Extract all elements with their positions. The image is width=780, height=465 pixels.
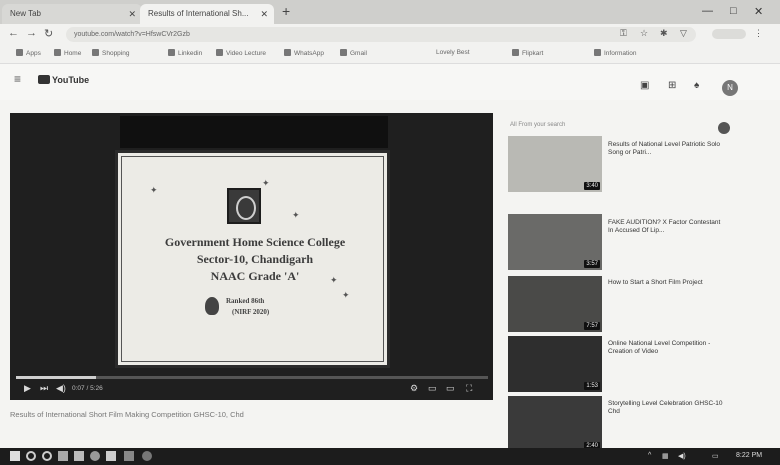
bookmark-information[interactable]: Information xyxy=(594,49,637,57)
home-icon xyxy=(54,49,61,56)
new-tab-button[interactable]: + xyxy=(282,3,290,19)
star-icon[interactable]: ☆ xyxy=(640,28,648,39)
browser-tab-new-tab[interactable]: New Tab ✕ xyxy=(2,4,142,24)
progress-bar-fill xyxy=(16,376,96,379)
related-title[interactable]: Storytelling Level Celebration GHSC-10 C… xyxy=(608,400,724,416)
taskbar-clock: 8:22 PM xyxy=(736,452,763,459)
sparkle-icon: ✦ xyxy=(330,275,338,285)
file-explorer-icon[interactable] xyxy=(106,451,116,461)
sparkle-icon: ✦ xyxy=(262,178,270,188)
browser-tab-active[interactable]: Results of International Sh... ✕ xyxy=(140,4,274,24)
bookmark-linkedin[interactable]: Linkedin xyxy=(168,49,202,57)
apps-icon xyxy=(16,49,23,56)
start-icon[interactable] xyxy=(10,451,20,461)
video-title: Results of International Short Film Maki… xyxy=(10,410,244,419)
related-thumbnail[interactable]: 3:57 xyxy=(508,214,602,270)
channel-avatar[interactable] xyxy=(718,122,730,134)
bookmark-whatsapp[interactable]: WhatsApp xyxy=(284,49,324,57)
sparkle-icon: ✦ xyxy=(150,185,158,195)
sparkle-icon: ✦ xyxy=(342,290,350,300)
college-crest-icon xyxy=(227,188,261,224)
video-frame-top xyxy=(120,116,388,148)
slide-ranked: Ranked 86th xyxy=(226,297,265,305)
youtube-logo[interactable]: YouTube xyxy=(38,75,89,85)
profile-button[interactable] xyxy=(712,29,746,39)
minimize-icon[interactable]: — xyxy=(702,5,713,17)
related-thumbnail[interactable]: 3:40 xyxy=(508,136,602,192)
notifications-bell-icon[interactable]: ♠ xyxy=(694,80,699,91)
filter-icon[interactable]: ▽ xyxy=(680,28,687,39)
video-duration: 3:57 xyxy=(584,260,600,268)
video-duration: 3:40 xyxy=(584,182,600,190)
volume-icon[interactable]: ◀) xyxy=(56,383,66,394)
chrome-icon[interactable] xyxy=(142,451,152,461)
search-icon[interactable] xyxy=(26,451,36,461)
whatsapp-icon xyxy=(284,49,291,56)
back-icon[interactable]: ← xyxy=(8,27,19,39)
create-video-icon[interactable]: ▣ xyxy=(640,80,649,91)
bookmark-apps[interactable]: Apps xyxy=(16,49,41,57)
store-icon[interactable] xyxy=(74,451,84,461)
notification-icon[interactable]: ▭ xyxy=(712,452,719,460)
youtube-play-icon xyxy=(38,75,50,84)
bookmark-lovely-best[interactable]: Lovely Best xyxy=(436,49,470,56)
fullscreen-icon[interactable]: ⛶ xyxy=(466,383,472,394)
extensions-icon[interactable]: ✱ xyxy=(660,28,668,39)
tab-label: Results of International Sh... xyxy=(148,9,249,18)
youtube-header xyxy=(0,64,780,100)
maximize-icon[interactable]: □ xyxy=(730,5,737,17)
task-view-icon[interactable] xyxy=(58,451,68,461)
theater-mode-icon[interactable]: ▭ xyxy=(446,383,455,394)
related-thumbnail[interactable]: 2:40 xyxy=(508,396,602,452)
slide-nirf: (NIRF 2020) xyxy=(232,308,270,316)
next-icon[interactable]: ⏭ xyxy=(40,383,48,394)
play-icon[interactable]: ▶ xyxy=(24,383,31,394)
bookmark-home[interactable]: Home xyxy=(54,49,81,57)
bookmark-shopping[interactable]: Shopping xyxy=(92,49,129,57)
flipkart-icon xyxy=(512,49,519,56)
slide-college-location: Sector-10, Chandigarh xyxy=(196,252,314,266)
hamburger-menu-icon[interactable]: ≡ xyxy=(14,72,21,86)
menu-icon[interactable]: ⋮ xyxy=(754,28,763,39)
sparkle-icon: ✦ xyxy=(292,210,300,220)
related-title[interactable]: FAKE AUDITION? X Factor Contestant In Ac… xyxy=(608,219,724,235)
bookmark-video-lecture[interactable]: Video Lecture xyxy=(216,49,266,57)
settings-gear-icon[interactable]: ⚙ xyxy=(410,383,418,394)
cortana-icon[interactable] xyxy=(42,451,52,461)
shopping-icon xyxy=(92,49,99,56)
tray-up-icon[interactable]: ^ xyxy=(648,452,651,459)
miniplayer-icon[interactable]: ▭ xyxy=(428,383,437,394)
bookmark-flipkart[interactable]: Flipkart xyxy=(512,49,543,57)
video-duration: 7:57 xyxy=(584,322,600,330)
video-icon xyxy=(216,49,223,56)
avatar[interactable]: N xyxy=(722,80,738,96)
related-title[interactable]: Online National Level Competition - Crea… xyxy=(608,340,724,356)
forward-icon[interactable]: → xyxy=(26,27,37,39)
apps-grid-icon[interactable]: ⊞ xyxy=(668,80,676,91)
tab-label: New Tab xyxy=(10,9,41,18)
volume-tray-icon[interactable]: ◀) xyxy=(678,452,686,460)
gmail-icon xyxy=(340,49,347,56)
time-display: 0:07 / 5:26 xyxy=(72,385,103,392)
reload-icon[interactable]: ↻ xyxy=(44,27,53,40)
info-icon xyxy=(594,49,601,56)
close-tab-icon[interactable]: ✕ xyxy=(128,4,136,24)
app-icon[interactable] xyxy=(124,451,134,461)
medal-icon xyxy=(205,297,219,315)
related-thumbnail[interactable]: 7:57 xyxy=(508,276,602,332)
close-window-icon[interactable]: ✕ xyxy=(754,5,763,18)
close-tab-icon[interactable]: ✕ xyxy=(260,4,268,24)
sidebar-chips[interactable]: All From your search xyxy=(510,122,565,128)
related-thumbnail[interactable]: 1:53 xyxy=(508,336,602,392)
key-icon[interactable]: ⚿ xyxy=(620,28,627,39)
related-title[interactable]: Results of National Level Patriotic Solo… xyxy=(608,141,724,157)
address-bar[interactable]: youtube.com/watch?v=HfswCVr2Gzb xyxy=(66,27,696,42)
slide-college-name: Government Home Science College xyxy=(164,235,346,249)
video-duration: 1:53 xyxy=(584,382,600,390)
bookmark-gmail[interactable]: Gmail xyxy=(340,49,367,57)
linkedin-icon xyxy=(168,49,175,56)
network-icon[interactable]: ▦ xyxy=(662,452,669,460)
edge-icon[interactable] xyxy=(90,451,100,461)
related-title[interactable]: How to Start a Short Film Project xyxy=(608,279,724,287)
